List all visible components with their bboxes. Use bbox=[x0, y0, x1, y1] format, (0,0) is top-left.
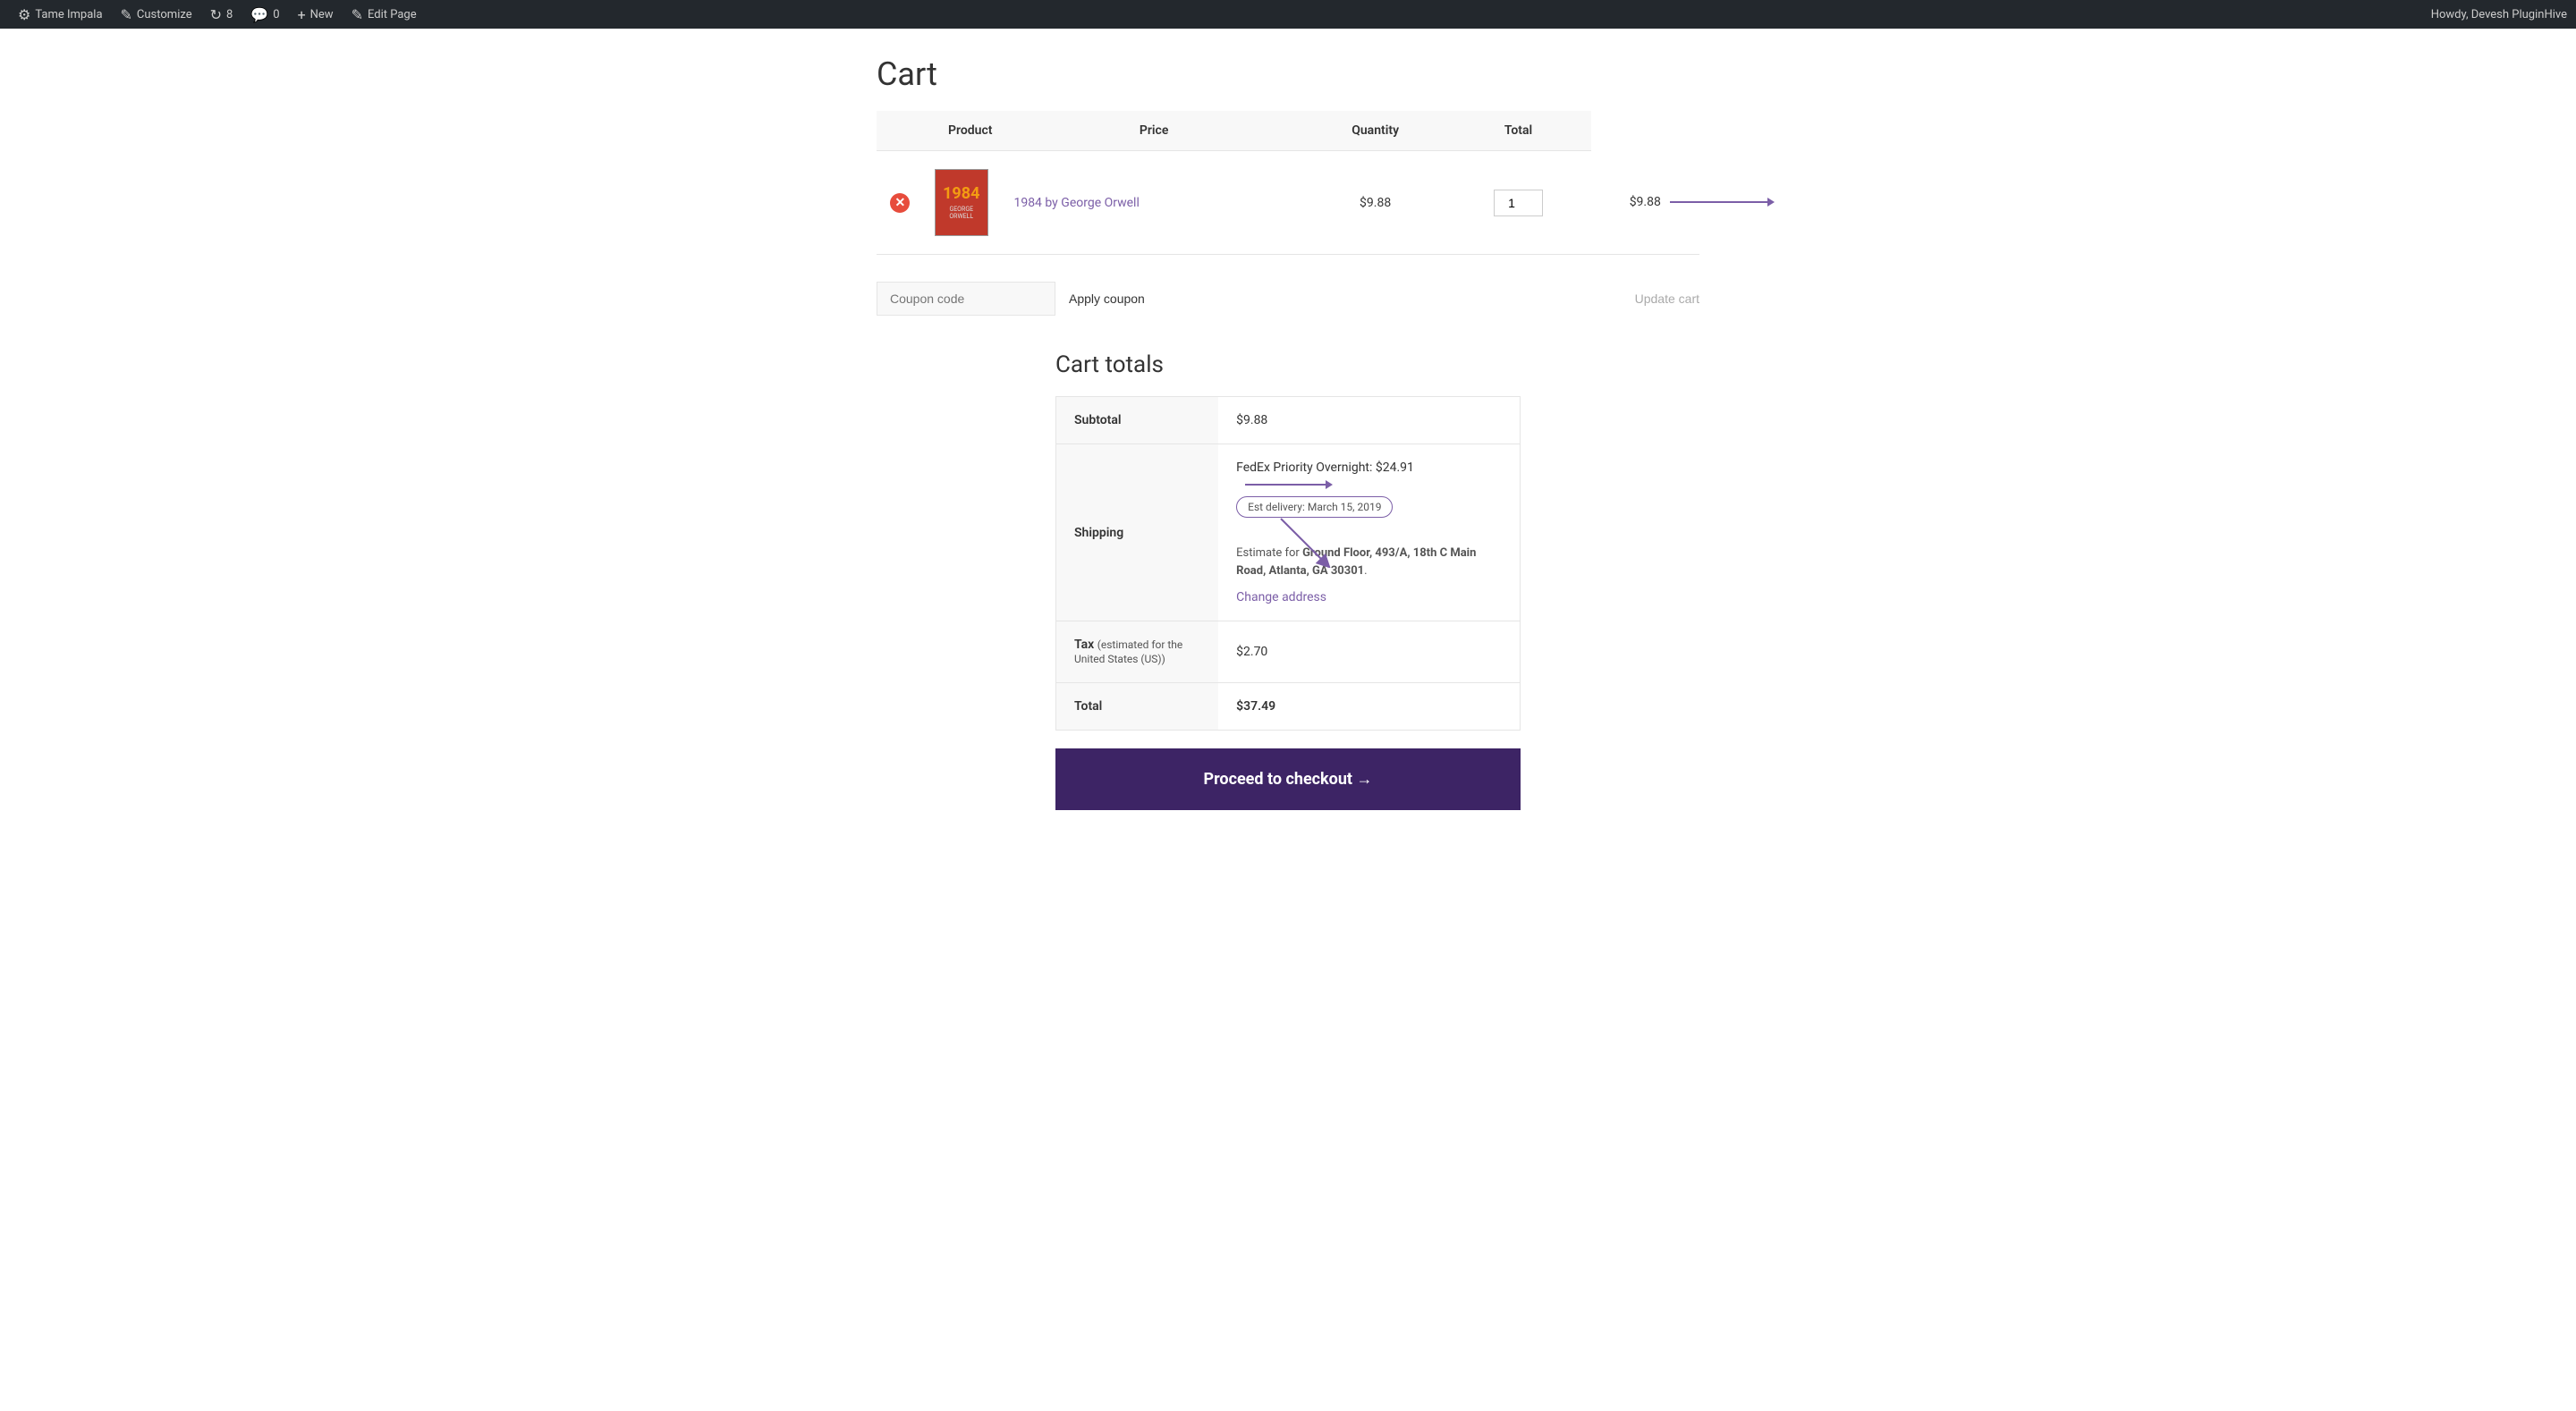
shipping-estimate-text: Estimate for Ground Floor, 493/A, 18th C… bbox=[1236, 545, 1502, 579]
subtotal-label: Subtotal bbox=[1056, 397, 1219, 444]
update-cart-button[interactable]: Update cart bbox=[1635, 291, 1699, 306]
cart-table: Product Price Quantity Total ✕ 1984 bbox=[877, 111, 1699, 255]
total-arrow-annotation bbox=[1670, 198, 1775, 207]
arrow-line bbox=[1670, 201, 1768, 203]
book-title-text: 1984 bbox=[943, 186, 979, 202]
shipping-method: FedEx Priority Overnight: $24.91 bbox=[1236, 460, 1502, 489]
col-header-price: Price bbox=[1003, 111, 1304, 151]
page-content: Cart Product Price Quantity Total ✕ bbox=[859, 29, 1717, 882]
admin-bar-right: Howdy, Devesh PluginHive bbox=[2431, 8, 2567, 21]
total-col-wrapper: $9.88 bbox=[1630, 195, 1661, 209]
edit-icon: ✎ bbox=[121, 6, 132, 23]
page-title: Cart bbox=[877, 55, 1699, 93]
plus-icon: + bbox=[298, 6, 306, 23]
admin-bar-comments[interactable]: 💬 0 bbox=[242, 0, 288, 29]
admin-bar-edit-page[interactable]: ✎ Edit Page bbox=[343, 0, 426, 29]
col-product-name: 1984 by George Orwell bbox=[1003, 151, 1304, 255]
total-row: Total $37.49 bbox=[1056, 683, 1521, 731]
totals-table: Subtotal $9.88 Shipping FedEx Priority O… bbox=[1055, 396, 1521, 731]
col-price: $9.88 bbox=[1305, 151, 1446, 255]
remove-item-button[interactable]: ✕ bbox=[890, 193, 910, 213]
total-value: $37.49 bbox=[1218, 683, 1520, 731]
tax-label: Tax (estimated for the United States (US… bbox=[1056, 621, 1219, 683]
cart-totals-section: Cart totals Subtotal $9.88 Shipping FedE… bbox=[1055, 351, 1521, 810]
proceed-to-checkout-button[interactable]: Proceed to checkout → bbox=[1055, 748, 1521, 810]
shipping-label: Shipping bbox=[1056, 444, 1219, 621]
cart-totals-title: Cart totals bbox=[1055, 351, 1521, 378]
remove-icon: ✕ bbox=[890, 193, 910, 213]
col-header-product: Product bbox=[877, 111, 1003, 151]
table-row: ✕ 1984 GEORGEORWELL 1984 by George Orwel… bbox=[877, 151, 1699, 255]
admin-bar-site[interactable]: ⚙ Tame Impala bbox=[9, 0, 112, 29]
shipping-row: Shipping FedEx Priority Overnight: $24.9… bbox=[1056, 444, 1521, 621]
product-link[interactable]: 1984 by George Orwell bbox=[1013, 196, 1139, 210]
comments-icon: 💬 bbox=[250, 6, 268, 23]
col-total: $9.88 bbox=[1591, 151, 1699, 255]
subtotal-value: $9.88 bbox=[1218, 397, 1520, 444]
cart-table-wrapper: Product Price Quantity Total ✕ 1984 bbox=[877, 111, 1699, 255]
wordpress-icon: ⚙ bbox=[18, 6, 30, 23]
arrow-h-line bbox=[1245, 484, 1326, 486]
col-product-thumbnail: 1984 GEORGEORWELL bbox=[924, 151, 1004, 255]
apply-coupon-button[interactable]: Apply coupon bbox=[1069, 291, 1145, 306]
coupon-row: Apply coupon Update cart bbox=[877, 282, 1699, 316]
shipping-right-arrow bbox=[1245, 480, 1333, 489]
quantity-input[interactable] bbox=[1494, 190, 1543, 216]
item-price: $9.88 bbox=[1360, 196, 1391, 210]
admin-bar: ⚙ Tame Impala ✎ Customize ↻ 8 💬 0 + New … bbox=[0, 0, 2576, 29]
shipping-cell-wrapper: FedEx Priority Overnight: $24.91 Est del… bbox=[1236, 460, 1502, 604]
change-address-link[interactable]: Change address bbox=[1236, 590, 1502, 604]
book-author-text: GEORGEORWELL bbox=[949, 206, 973, 220]
page-edit-icon: ✎ bbox=[352, 6, 363, 23]
coupon-left: Apply coupon bbox=[877, 282, 1145, 316]
col-quantity bbox=[1445, 151, 1590, 255]
subtotal-row: Subtotal $9.88 bbox=[1056, 397, 1521, 444]
admin-bar-updates[interactable]: ↻ 8 bbox=[201, 0, 242, 29]
updates-icon: ↻ bbox=[210, 6, 222, 23]
user-greeting: Howdy, Devesh PluginHive bbox=[2431, 8, 2567, 21]
est-delivery-wrapper: Est delivery: March 15, 2019 bbox=[1236, 496, 1393, 525]
coupon-input[interactable] bbox=[877, 282, 1055, 316]
col-header-total: Total bbox=[1445, 111, 1590, 151]
est-delivery-badge: Est delivery: March 15, 2019 bbox=[1236, 496, 1393, 518]
total-label: Total bbox=[1056, 683, 1219, 731]
arrow-head-right bbox=[1326, 480, 1333, 489]
arrow-head bbox=[1767, 198, 1775, 207]
site-name: Tame Impala bbox=[35, 8, 102, 21]
tax-row: Tax (estimated for the United States (US… bbox=[1056, 621, 1521, 683]
item-total: $9.88 bbox=[1630, 195, 1661, 209]
col-remove: ✕ bbox=[877, 151, 924, 255]
col-header-quantity: Quantity bbox=[1305, 111, 1446, 151]
shipping-cell: FedEx Priority Overnight: $24.91 Est del… bbox=[1218, 444, 1520, 621]
product-image: 1984 GEORGEORWELL bbox=[935, 169, 988, 236]
tax-value: $2.70 bbox=[1218, 621, 1520, 683]
admin-bar-new[interactable]: + New bbox=[289, 0, 343, 29]
admin-bar-customize[interactable]: ✎ Customize bbox=[112, 0, 201, 29]
